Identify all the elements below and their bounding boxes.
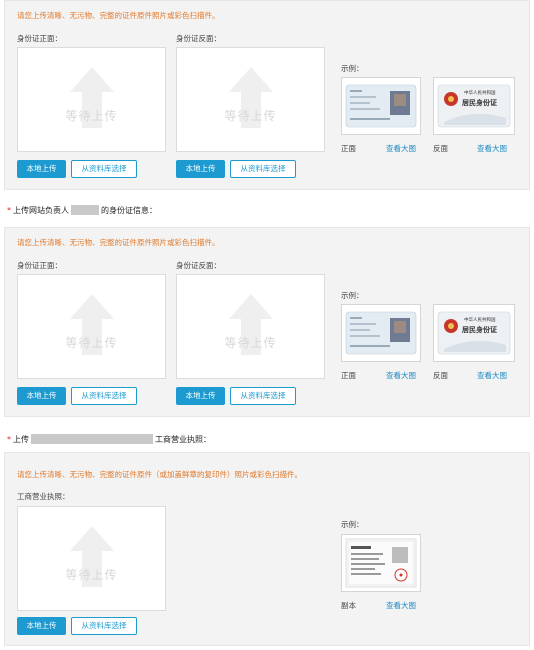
section-title-suffix: 工商营业执照： xyxy=(155,435,211,444)
caption-copy: 副本 xyxy=(341,601,356,610)
upload-arrow-icon xyxy=(70,67,114,128)
upload-notice: 请您上传清晰、无污物、完整的证件原件（或加盖鲜章的复印件）照片或彩色扫描件。 xyxy=(17,470,302,479)
id-card-front-image xyxy=(345,311,417,355)
business-license-image xyxy=(345,538,417,588)
section-title-business-license: * 上传 工商营业执照： xyxy=(7,434,211,445)
upload-placeholder: 等待上传 xyxy=(65,109,118,123)
required-marker: * xyxy=(7,435,11,444)
view-large-license-link[interactable]: 查看大图 xyxy=(386,600,416,611)
id-card-back-example[interactable]: 中华人民共和国 居民身份证 xyxy=(433,77,515,135)
upload-placeholder: 等待上传 xyxy=(224,336,277,350)
caption-front: 正面 xyxy=(341,144,356,153)
upload-notice: 请您上传清晰、无污物、完整的证件原件照片或彩色扫描件。 xyxy=(17,11,220,20)
local-upload-button[interactable]: 本地上传 xyxy=(176,160,225,178)
section-title-prefix: 上传 xyxy=(13,435,29,444)
id-back-upload-area[interactable]: 等待上传 xyxy=(176,47,325,152)
id-back-label: 身份证反面： xyxy=(176,34,221,43)
section-title-prefix: 上传网站负责人 xyxy=(13,206,69,215)
local-upload-button[interactable]: 本地上传 xyxy=(176,387,225,405)
local-upload-button[interactable]: 本地上传 xyxy=(17,160,66,178)
choose-from-library-button[interactable]: 从资料库选择 xyxy=(71,387,137,405)
view-large-front-link[interactable]: 查看大图 xyxy=(386,143,416,154)
example-title: 示例： xyxy=(341,64,364,73)
id-card-emblem-text: 中华人民共和国 xyxy=(464,91,496,96)
choose-from-library-button[interactable]: 从资料库选择 xyxy=(230,387,296,405)
upload-arrow-icon xyxy=(70,294,114,355)
upload-arrow-icon xyxy=(229,67,273,128)
view-large-back-link[interactable]: 查看大图 xyxy=(477,143,507,154)
id-card-title-text: 居民身份证 xyxy=(462,99,497,107)
section-title-responsible-person: * 上传网站负责人 的身份证信息： xyxy=(7,205,157,216)
caption-back: 反面 xyxy=(433,144,448,153)
upload-placeholder: 等待上传 xyxy=(224,109,277,123)
id-card-front-image xyxy=(345,84,417,128)
choose-from-library-button[interactable]: 从资料库选择 xyxy=(230,160,296,178)
local-upload-button[interactable]: 本地上传 xyxy=(17,617,66,635)
redacted-name xyxy=(71,205,99,215)
redacted-company-name xyxy=(31,434,153,444)
local-upload-button[interactable]: 本地上传 xyxy=(17,387,66,405)
id-back-upload-area[interactable]: 等待上传 xyxy=(176,274,325,379)
caption-back: 反面 xyxy=(433,371,448,380)
id-card-emblem-text: 中华人民共和国 xyxy=(464,318,496,323)
upload-placeholder: 等待上传 xyxy=(65,568,118,582)
id-back-label: 身份证反面： xyxy=(176,261,221,270)
example-title: 示例： xyxy=(341,520,364,529)
required-marker: * xyxy=(7,206,11,215)
upload-placeholder: 等待上传 xyxy=(65,336,118,350)
business-license-panel: 请您上传清晰、无污物、完整的证件原件（或加盖鲜章的复印件）照片或彩色扫描件。 工… xyxy=(4,452,530,646)
caption-front: 正面 xyxy=(341,371,356,380)
id-card-back-example[interactable]: 中华人民共和国 居民身份证 xyxy=(433,304,515,362)
id-card-front-example[interactable] xyxy=(341,304,421,362)
id-front-upload-area[interactable]: 等待上传 xyxy=(17,47,166,152)
choose-from-library-button[interactable]: 从资料库选择 xyxy=(71,160,137,178)
upload-notice: 请您上传清晰、无污物、完整的证件原件照片或彩色扫描件。 xyxy=(17,238,220,247)
id-card-title-text: 居民身份证 xyxy=(462,326,497,334)
id-card-panel-1: 请您上传清晰、无污物、完整的证件原件照片或彩色扫描件。 身份证正面： 身份证反面… xyxy=(4,0,530,190)
choose-from-library-button[interactable]: 从资料库选择 xyxy=(71,617,137,635)
section-title-suffix: 的身份证信息： xyxy=(101,206,157,215)
business-license-label: 工商营业执照： xyxy=(17,492,70,501)
business-license-example[interactable] xyxy=(341,534,421,592)
id-card-panel-2: 请您上传清晰、无污物、完整的证件原件照片或彩色扫描件。 身份证正面： 身份证反面… xyxy=(4,227,530,417)
id-card-front-example[interactable] xyxy=(341,77,421,135)
example-title: 示例： xyxy=(341,291,364,300)
id-front-label: 身份证正面： xyxy=(17,261,62,270)
upload-arrow-icon xyxy=(229,294,273,355)
view-large-back-link[interactable]: 查看大图 xyxy=(477,370,507,381)
id-front-label: 身份证正面： xyxy=(17,34,62,43)
view-large-front-link[interactable]: 查看大图 xyxy=(386,370,416,381)
id-front-upload-area[interactable]: 等待上传 xyxy=(17,274,166,379)
business-license-upload-area[interactable]: 等待上传 xyxy=(17,506,166,611)
upload-arrow-icon xyxy=(70,526,114,587)
